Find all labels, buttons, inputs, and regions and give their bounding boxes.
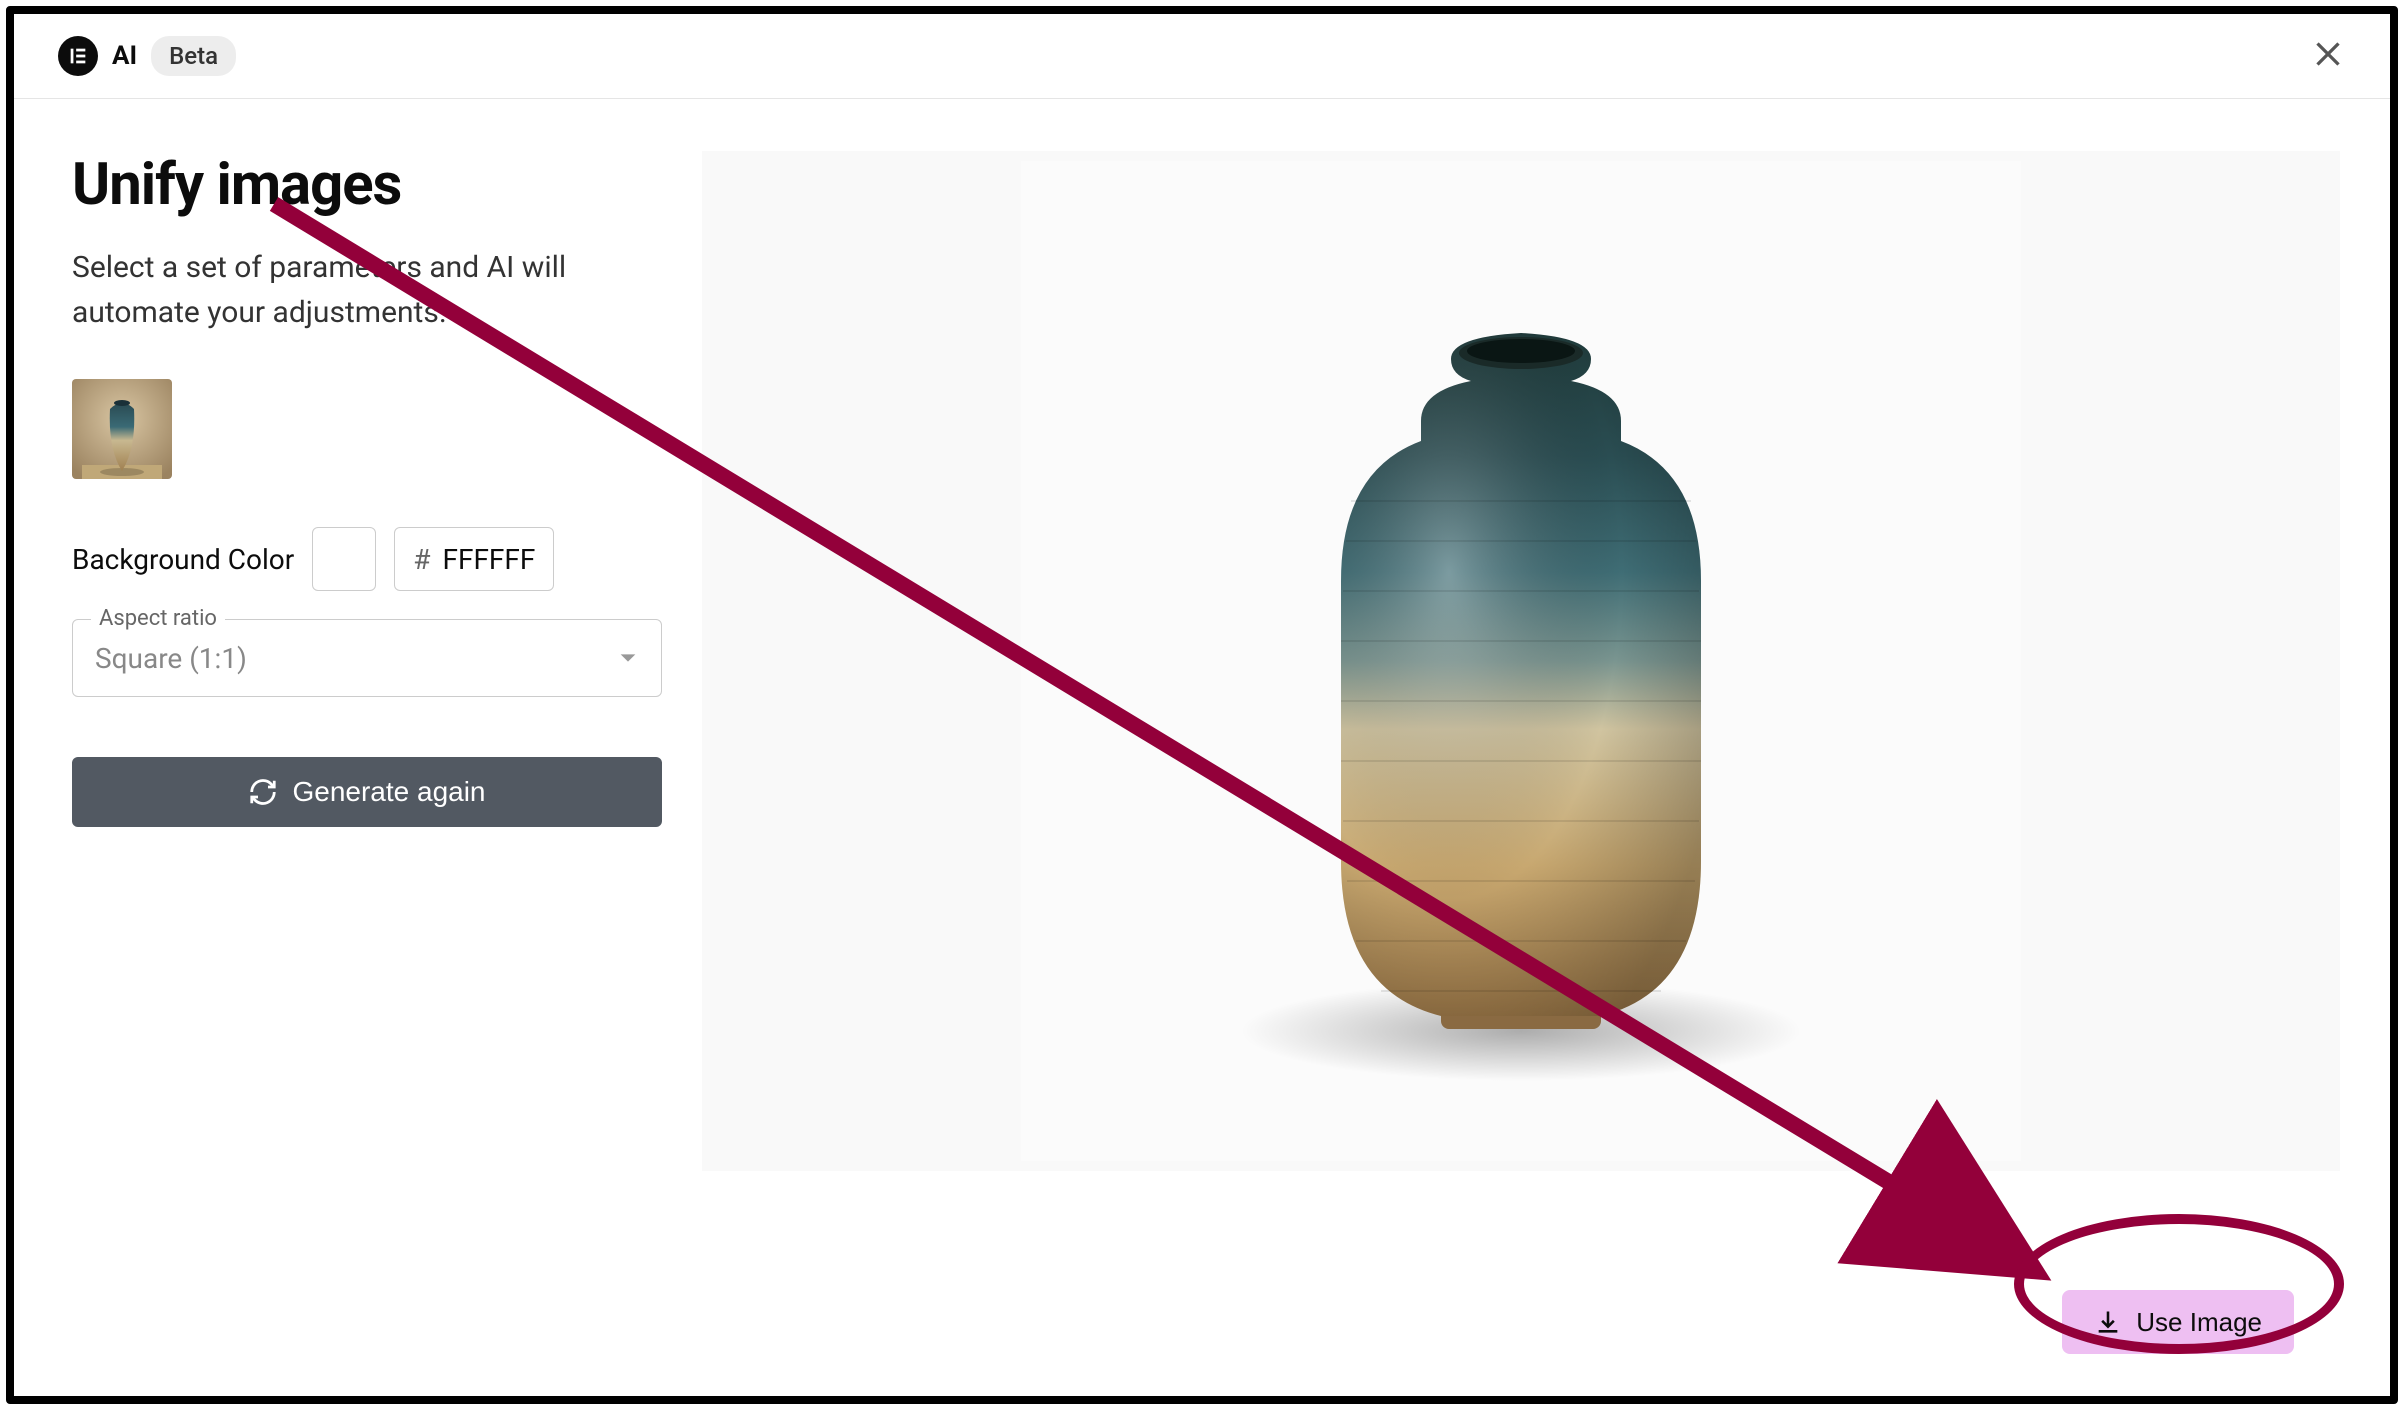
- preview-panel: [702, 151, 2340, 1171]
- close-button[interactable]: [2302, 28, 2354, 84]
- aspect-ratio-legend: Aspect ratio: [91, 606, 225, 631]
- aspect-ratio-select[interactable]: Aspect ratio Square (1:1): [72, 619, 662, 697]
- generate-again-button[interactable]: Generate again: [72, 757, 662, 827]
- chevron-down-icon: [617, 647, 639, 669]
- bg-color-swatch[interactable]: [312, 527, 376, 591]
- hex-prefix: #: [413, 543, 430, 576]
- use-image-button[interactable]: Use Image: [2062, 1290, 2294, 1354]
- use-image-label: Use Image: [2136, 1307, 2262, 1338]
- bg-color-label: Background Color: [72, 543, 294, 576]
- header-left: AI Beta: [58, 36, 236, 76]
- download-icon: [2094, 1308, 2122, 1336]
- modal-header: AI Beta: [14, 14, 2390, 99]
- close-icon: [2310, 36, 2346, 72]
- bg-color-row: Background Color # FFFFFF: [72, 527, 662, 591]
- modal-content: Unify images Select a set of parameters …: [14, 99, 2390, 1401]
- ai-label: AI: [112, 41, 137, 71]
- aspect-ratio-value: Square (1:1): [95, 642, 247, 675]
- hex-value: FFFFFF: [443, 543, 536, 576]
- elementor-logo: [58, 36, 98, 76]
- beta-badge: Beta: [151, 36, 236, 76]
- settings-panel: Unify images Select a set of parameters …: [72, 151, 662, 1377]
- generate-again-label: Generate again: [292, 776, 485, 808]
- preview-image: [1021, 161, 2021, 1161]
- source-thumbnail[interactable]: [72, 379, 172, 479]
- page-subtitle: Select a set of parameters and AI will a…: [72, 245, 662, 335]
- refresh-icon: [248, 777, 278, 807]
- page-title: Unify images: [72, 151, 662, 219]
- bg-color-hex-input[interactable]: # FFFFFF: [394, 527, 554, 591]
